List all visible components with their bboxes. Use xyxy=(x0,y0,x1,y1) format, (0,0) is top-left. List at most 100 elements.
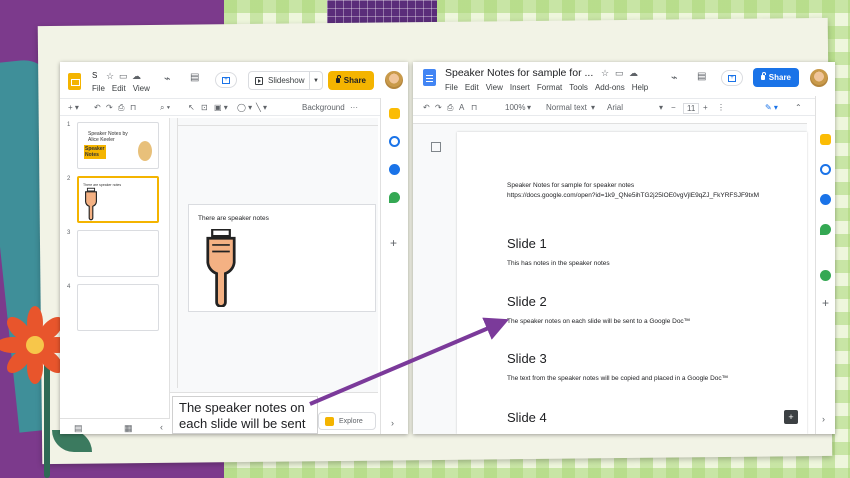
menu-file[interactable]: File xyxy=(92,84,105,93)
chevron-down-icon[interactable]: ▼ xyxy=(309,72,322,89)
menu-edit[interactable]: Edit xyxy=(112,84,126,93)
slides-share-button[interactable]: Share xyxy=(328,71,374,90)
zoom-select[interactable]: 100% xyxy=(505,103,525,112)
zoom-icon[interactable]: ⌕ ▾ xyxy=(160,103,170,112)
slide-thumbnail-3[interactable] xyxy=(77,230,159,277)
cloud-icon[interactable]: ☁ xyxy=(132,71,141,81)
chevron-down-icon[interactable]: ▾ xyxy=(591,103,595,112)
avatar[interactable] xyxy=(810,69,828,87)
current-slide[interactable]: There are speaker notes xyxy=(188,204,376,312)
font-size-input[interactable]: 11 xyxy=(683,103,700,114)
share-label: Share xyxy=(343,76,366,85)
comment-icon[interactable]: ▤ xyxy=(190,73,199,83)
addon-icon[interactable] xyxy=(820,270,831,281)
document-outline-icon[interactable] xyxy=(431,142,441,152)
image-icon[interactable]: ▣ ▾ xyxy=(214,103,228,112)
paint-format-icon[interactable]: ⊓ xyxy=(130,103,136,112)
collapse-icon[interactable]: ‹ xyxy=(160,422,163,432)
chevron-up-icon[interactable]: ⌃ xyxy=(795,103,802,112)
person-icon xyxy=(138,141,152,161)
comment-icon[interactable]: ▤ xyxy=(697,72,706,82)
menu-help[interactable]: Help xyxy=(632,83,648,92)
maps-icon[interactable] xyxy=(389,192,400,203)
background-button[interactable]: Background xyxy=(302,103,345,112)
docs-side-panel: + › xyxy=(815,96,835,434)
menu-file[interactable]: File xyxy=(445,83,458,92)
font-size-decrease[interactable]: − xyxy=(671,103,676,112)
slide-text[interactable]: There are speaker notes xyxy=(198,215,269,222)
doc-url[interactable]: https://docs.google.com/open?id=1k9_QNe5… xyxy=(507,192,759,199)
editing-mode-icon[interactable]: ✎ ▾ xyxy=(765,103,778,112)
star-icon[interactable]: ☆ xyxy=(601,68,609,78)
menu-addons[interactable]: Add-ons xyxy=(595,83,625,92)
docs-share-button[interactable]: Share xyxy=(753,68,799,87)
folder-icon[interactable]: ▭ xyxy=(119,71,128,81)
print-icon[interactable]: ⎙ xyxy=(447,103,453,112)
undo-icon[interactable]: ↶ xyxy=(94,103,101,112)
menu-tools[interactable]: Tools xyxy=(569,83,588,92)
menu-edit[interactable]: Edit xyxy=(465,83,479,92)
add-addon-icon[interactable]: + xyxy=(390,237,397,249)
folder-icon[interactable]: ▭ xyxy=(615,68,624,78)
present-meet-button[interactable]: + xyxy=(721,70,743,86)
contacts-icon[interactable] xyxy=(389,164,400,175)
activity-trend-icon[interactable]: ⌁ xyxy=(671,73,678,84)
menu-view[interactable]: View xyxy=(486,83,503,92)
line-icon[interactable]: ╲ ▾ xyxy=(256,103,267,112)
redo-icon[interactable]: ↷ xyxy=(435,103,442,112)
presentation-title[interactable]: S xyxy=(92,71,97,80)
document-title[interactable]: Speaker Notes for sample for ... xyxy=(445,67,593,79)
menu-view[interactable]: View xyxy=(133,84,150,93)
doc-heading-line: Speaker Notes for sample for speaker not… xyxy=(507,182,635,189)
plus-icon: + xyxy=(728,74,736,82)
explore-button[interactable]: Explore xyxy=(318,412,376,430)
explore-label: Explore xyxy=(339,417,363,425)
maps-icon[interactable] xyxy=(820,224,831,235)
chevron-right-icon[interactable]: › xyxy=(391,418,394,428)
print-icon[interactable]: ⎙ xyxy=(118,103,124,112)
chevron-right-icon[interactable]: › xyxy=(822,414,825,424)
slide-thumbnail-1[interactable]: Speaker Notes by Alice Keeler Speaker No… xyxy=(77,122,159,169)
slideshow-label: Slideshow xyxy=(268,76,305,85)
slide-thumbnail-2[interactable]: There are speaker notes xyxy=(77,176,159,223)
star-icon[interactable]: ☆ xyxy=(106,71,114,81)
font-size-increase[interactable]: + xyxy=(703,103,708,112)
grid-view-icon[interactable]: ▦ xyxy=(124,423,133,433)
undo-icon[interactable]: ↶ xyxy=(423,103,430,112)
menu-format[interactable]: Format xyxy=(537,83,562,92)
thumb-title: Speaker Notes by Alice Keeler xyxy=(88,131,128,143)
cloud-icon[interactable]: ☁ xyxy=(629,68,638,78)
textbox-icon[interactable]: ⊡ xyxy=(201,103,208,112)
docs-ruler xyxy=(413,116,807,124)
slideshow-button[interactable]: Slideshow ▼ xyxy=(248,71,323,90)
slide-filmstrip: 1 Speaker Notes by Alice Keeler Speaker … xyxy=(60,118,170,418)
slides-app-icon[interactable] xyxy=(68,73,81,90)
spellcheck-icon[interactable]: A xyxy=(459,103,464,112)
keep-icon[interactable] xyxy=(820,134,831,145)
font-select[interactable]: Arial xyxy=(607,103,623,112)
paint-format-icon[interactable]: ⊓ xyxy=(471,103,477,112)
docs-app-icon[interactable] xyxy=(423,69,436,86)
style-select[interactable]: Normal text xyxy=(546,103,587,112)
add-addon-icon[interactable]: + xyxy=(822,297,829,309)
keep-icon[interactable] xyxy=(389,108,400,119)
chevron-down-icon[interactable]: ▾ xyxy=(527,103,531,112)
filmstrip-view-icon[interactable]: ▤ xyxy=(74,423,83,433)
avatar[interactable] xyxy=(385,71,403,89)
tasks-icon[interactable] xyxy=(820,164,831,175)
select-icon[interactable]: ↖ xyxy=(188,103,195,112)
shape-icon[interactable]: ◯ ▾ xyxy=(237,103,252,112)
tasks-icon[interactable] xyxy=(389,136,400,147)
redo-icon[interactable]: ↷ xyxy=(106,103,113,112)
contacts-icon[interactable] xyxy=(820,194,831,205)
chevron-down-icon[interactable]: ▾ xyxy=(659,103,663,112)
activity-trend-icon[interactable]: ⌁ xyxy=(164,74,171,85)
explore-corner-button[interactable]: + xyxy=(784,410,798,424)
new-slide-icon[interactable]: + ▾ xyxy=(68,103,79,112)
more-icon[interactable]: ⋮ xyxy=(717,103,725,112)
document-page[interactable]: Speaker Notes for sample for speaker not… xyxy=(457,132,807,434)
more-icon[interactable]: ··· xyxy=(350,103,358,112)
menu-insert[interactable]: Insert xyxy=(510,83,530,92)
slide-thumbnail-4[interactable] xyxy=(77,284,159,331)
present-meet-button[interactable]: + xyxy=(215,72,237,88)
